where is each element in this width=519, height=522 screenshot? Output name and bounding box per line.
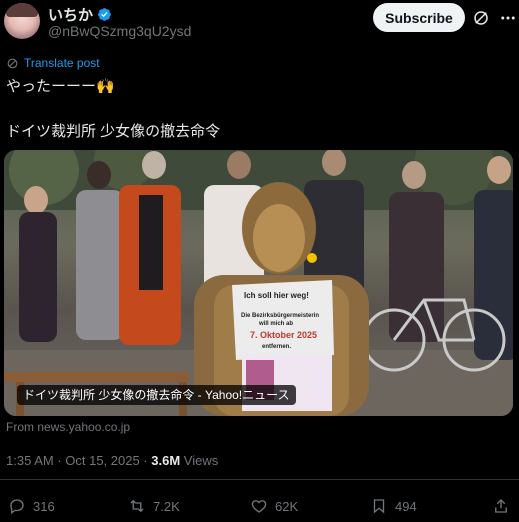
views-label: Views [180, 453, 219, 468]
bookmark-button[interactable]: 494 [370, 497, 417, 515]
post-text-line-2: ドイツ裁判所 少女像の撤去命令 [6, 123, 221, 140]
sign-line-5: entfernen. [262, 344, 291, 350]
like-button[interactable]: 62K [250, 497, 298, 515]
author-name-row[interactable]: いちか [48, 4, 112, 25]
translate-label[interactable]: Translate post [24, 56, 100, 70]
grok-icon[interactable] [472, 9, 490, 27]
heart-icon [251, 500, 267, 513]
reply-icon [10, 499, 24, 515]
bookmark-count: 494 [395, 498, 417, 514]
post-media-image[interactable]: Ich soll hier weg! Die Bezirksbürgermeis… [4, 150, 513, 416]
like-count: 62K [275, 498, 299, 514]
author-handle[interactable]: @nBwQSzmg3qU2ysd [48, 23, 191, 39]
reply-button[interactable]: 316 [8, 497, 55, 515]
sign-line-3: will mich ab [258, 321, 293, 327]
repost-button[interactable]: 7.2K [128, 497, 180, 515]
post-text-line-1: やったーーー🙌 [6, 78, 115, 95]
photo-illustration: Ich soll hier weg! Die Bezirksbürgermeis… [4, 150, 513, 416]
repost-count: 7.2K [153, 498, 180, 514]
author-display-name[interactable]: いちか [48, 4, 93, 25]
post-meta: 1:35 AM · Oct 15, 2025 · 3.6M Views [6, 453, 218, 468]
sign-line-2: Die Bezirksbürgermeisterin [241, 313, 319, 319]
share-icon [495, 499, 507, 513]
reply-count: 316 [33, 498, 55, 514]
more-options-icon[interactable] [499, 9, 517, 27]
avatar[interactable] [4, 3, 40, 39]
repost-icon [130, 499, 144, 513]
sign-line-1: Ich soll hier weg! [244, 291, 309, 300]
post-timestamp[interactable]: 1:35 AM · Oct 15, 2025 · [6, 453, 151, 468]
sign-line-4: 7. Oktober 2025 [250, 330, 317, 340]
subscribe-button[interactable]: Subscribe [373, 3, 465, 32]
verified-badge-icon [98, 8, 111, 21]
share-button[interactable] [492, 497, 510, 515]
divider [0, 479, 519, 480]
avatar-hair [6, 3, 38, 17]
translate-icon [7, 58, 18, 68]
media-caption[interactable]: ドイツ裁判所 少女像の撤去命令 - Yahoo!ニュース [17, 385, 296, 405]
bookmark-icon [373, 499, 385, 514]
translate-post-link[interactable]: Translate post [6, 56, 100, 70]
views-count: 3.6M [151, 453, 181, 468]
link-source[interactable]: From news.yahoo.co.jp [6, 420, 130, 434]
